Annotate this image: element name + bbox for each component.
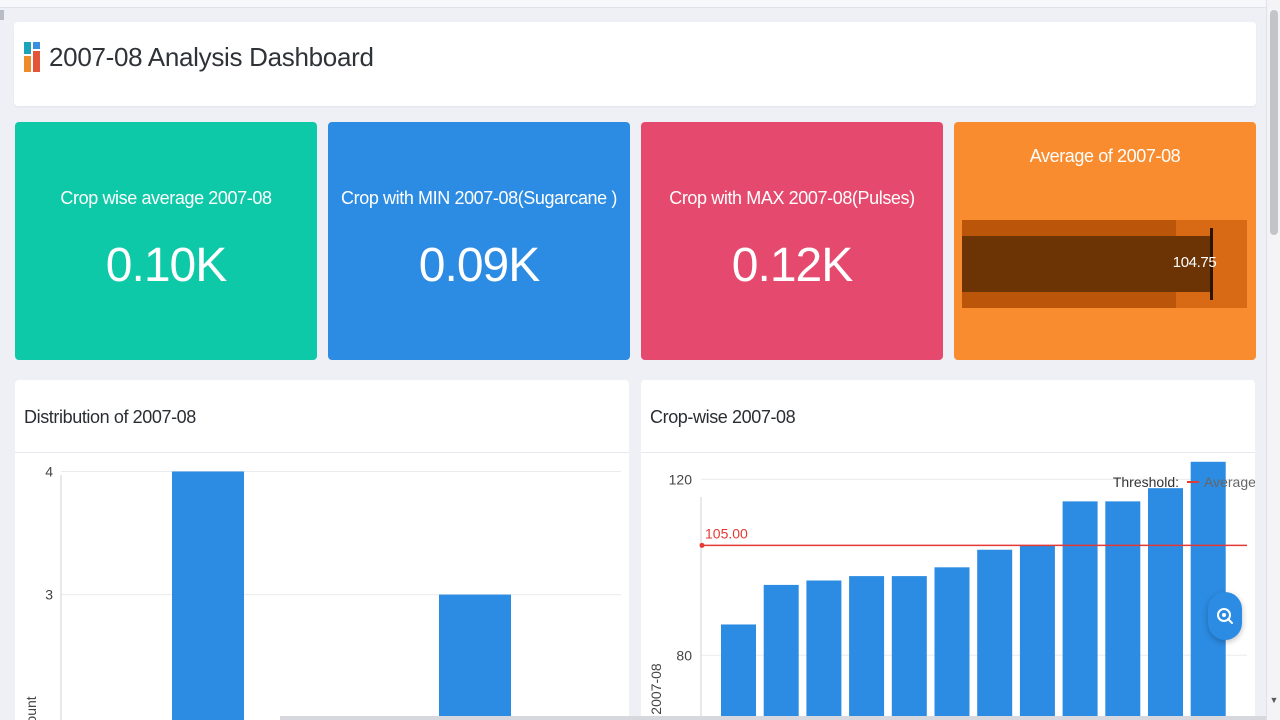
y-axis-label: 2007-08 [648, 663, 664, 715]
scroll-down-arrow-icon[interactable]: ▼ [1267, 694, 1280, 706]
bullet-value-label: 104.75 [1172, 254, 1217, 271]
kpi-value: 0.12K [731, 239, 853, 292]
crop-panel: Crop-wise 2007-08 80 120 105.00 Threshold: A… [641, 380, 1255, 720]
chat-fab-button[interactable] [1208, 592, 1242, 640]
bar [763, 584, 799, 720]
panel-title: Distribution of 2007-08 [24, 407, 196, 427]
bar [439, 594, 511, 720]
dashboard-logo-icon [24, 42, 41, 72]
top-strip [0, 0, 1266, 8]
gauge-title: Average of 2007-08 [1029, 146, 1181, 166]
threshold-marker [699, 542, 705, 548]
vertical-scrollbar[interactable]: ▼ [1266, 0, 1280, 720]
bar [977, 549, 1013, 720]
bar [934, 567, 970, 720]
distribution-chart: 3 4 Count [23, 463, 621, 720]
bar [721, 624, 756, 720]
scrollbar-thumb[interactable] [1270, 10, 1278, 235]
crop-wise-chart: 80 120 105.00 Threshold: Average 2007-08 [648, 461, 1255, 720]
y-tick-label: 120 [669, 471, 693, 487]
legend-title: Threshold: [1113, 474, 1179, 490]
edge-marker [0, 10, 4, 20]
bar [849, 576, 885, 720]
legend-item: Average [1204, 474, 1255, 490]
kpi-label: Crop with MAX 2007-08(Pulses) [669, 188, 915, 208]
bar [1190, 461, 1226, 720]
kpi-label: Crop with MIN 2007-08(Sugarcane ) [341, 188, 617, 208]
bar [806, 580, 842, 720]
threshold-label: 105.00 [705, 525, 748, 541]
kpi-card-min[interactable]: Crop with MIN 2007-08(Sugarcane ) 0.09K [328, 122, 630, 360]
bar [1148, 488, 1183, 720]
bar [1019, 545, 1055, 720]
bullet-gauge: 104.75 [962, 220, 1247, 308]
y-tick-label: 80 [676, 647, 692, 663]
chat-search-icon [1217, 608, 1233, 624]
kpi-value: 0.09K [418, 239, 540, 292]
header-card: 2007-08 Analysis Dashboard [14, 22, 1256, 106]
panel-title: Crop-wise 2007-08 [650, 407, 796, 427]
kpi-label: Crop wise average 2007-08 [60, 188, 272, 208]
bar [1105, 501, 1141, 720]
kpi-value: 0.10K [105, 239, 227, 292]
y-tick-label: 3 [45, 587, 53, 603]
kpi-card-max[interactable]: Crop with MAX 2007-08(Pulses) 0.12K [641, 122, 943, 360]
page-title: 2007-08 Analysis Dashboard [49, 42, 374, 72]
y-axis-label: Count [23, 696, 39, 720]
horizontal-scrollbar[interactable] [280, 716, 1266, 720]
kpi-card-average[interactable]: Crop wise average 2007-08 0.10K [15, 122, 317, 360]
bar [891, 576, 927, 720]
distribution-panel: Distribution of 2007-08 3 4 Count [15, 380, 629, 720]
bar [172, 471, 244, 720]
kpi-card-gauge[interactable]: Average of 2007-08 104.75 [954, 122, 1256, 360]
y-tick-label: 4 [45, 463, 53, 479]
bar [1062, 501, 1098, 720]
